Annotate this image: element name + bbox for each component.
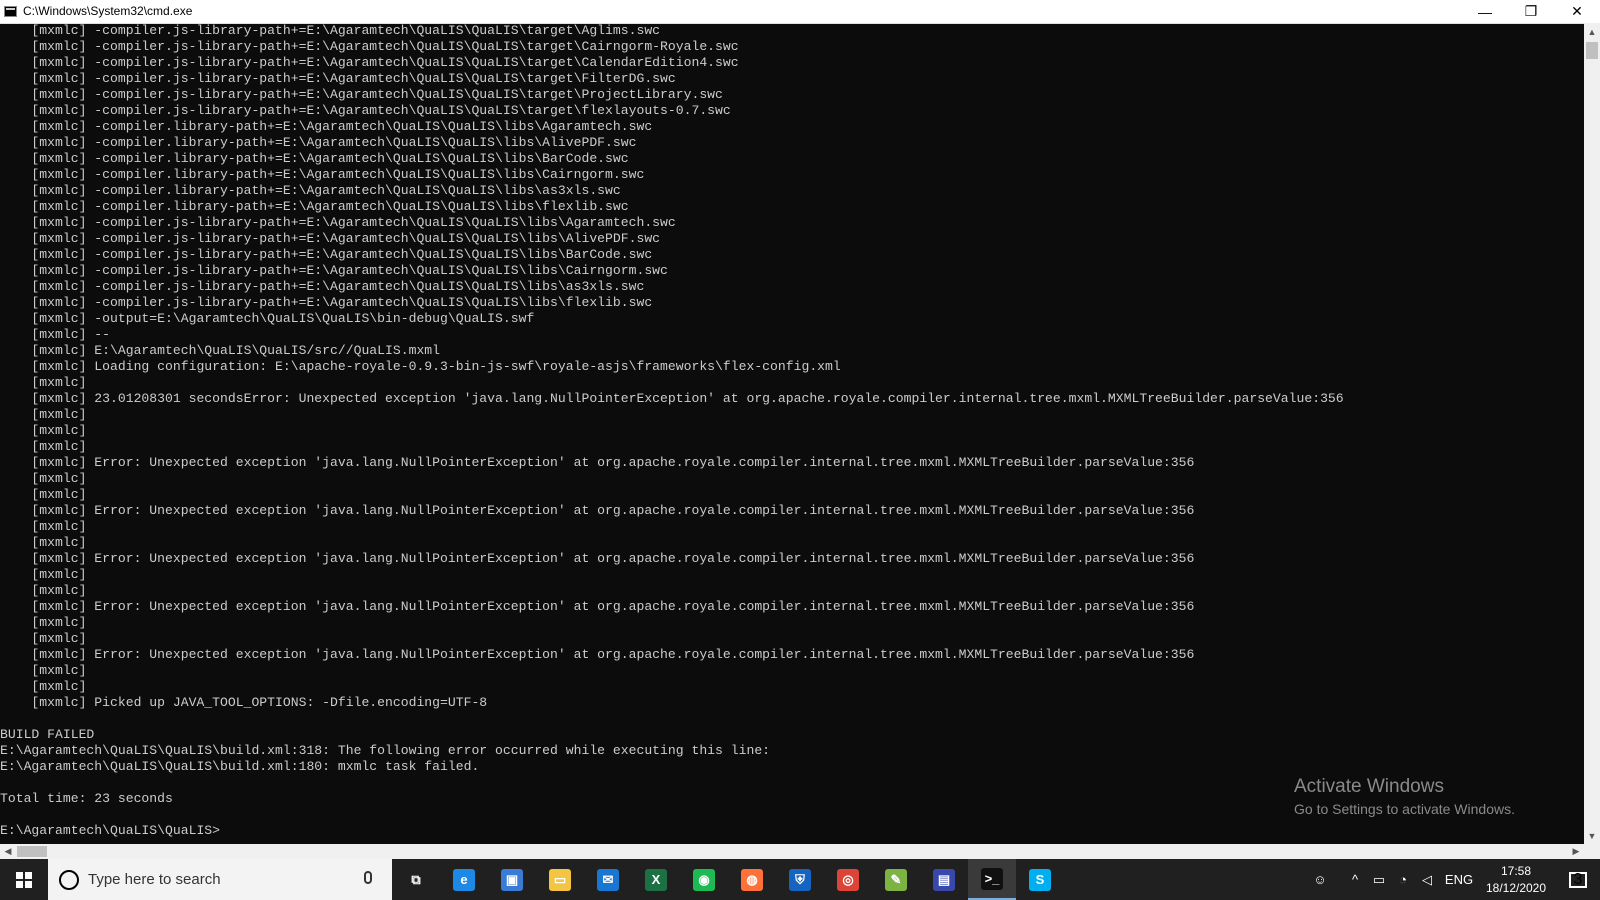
taskbar-app-cmd[interactable]: >_ [968, 859, 1016, 900]
taskbar: Type here to search ⧉ e ▣ ▭ ✉ X ◉ ◍ ⛨ ◎ ✎ ▤ >_ S ☺ ^ … [0, 859, 1600, 900]
watermark-subtext: Go to Settings to activate Windows. [1294, 801, 1515, 817]
taskbar-app-notepad-app[interactable]: ✎ [872, 859, 920, 900]
excel-icon: X [645, 868, 667, 891]
mail-icon: ✉ [597, 868, 619, 891]
taskbar-app-skype[interactable]: S [1016, 859, 1064, 900]
people-icon[interactable]: ☺ [1306, 859, 1334, 900]
audio-app-icon: ◉ [693, 868, 715, 891]
language-indicator[interactable]: ENG [1442, 859, 1476, 900]
scroll-right-icon[interactable]: ▶ [1568, 844, 1584, 859]
show-hidden-icons-icon[interactable]: ^ [1344, 859, 1366, 900]
console-text: [mxmlc] -compiler.js-library-path+=E:\Ag… [0, 23, 1344, 838]
taskbar-app-file-explorer[interactable]: ▭ [536, 859, 584, 900]
security-app-icon: ⛨ [789, 868, 811, 891]
search-placeholder: Type here to search [88, 871, 221, 888]
chrome-icon: ◎ [837, 868, 859, 891]
skype-icon: S [1029, 868, 1051, 891]
cmd-app-icon [4, 6, 17, 17]
remote-desktop-icon: ▤ [933, 868, 955, 891]
clock-time: 17:58 [1500, 864, 1532, 878]
taskbar-app-task-view[interactable]: ⧉ [392, 859, 440, 900]
restore-button[interactable]: ❐ [1508, 0, 1554, 23]
taskbar-search-box[interactable]: Type here to search [48, 859, 392, 900]
clock[interactable]: 17:58 18/12/2020 [1478, 863, 1554, 897]
window-title: C:\Windows\System32\cmd.exe [23, 4, 193, 18]
wifi-icon[interactable]: ◔ [1392, 859, 1414, 900]
firefox-icon: ◍ [741, 868, 763, 891]
taskbar-app-edge[interactable]: e [440, 859, 488, 900]
activation-watermark: Activate Windows Go to Settings to activ… [1294, 776, 1515, 817]
title-bar: C:\Windows\System32\cmd.exe — ❐ ✕ [0, 0, 1600, 24]
cmd-icon: >_ [981, 867, 1003, 890]
task-view-icon: ⧉ [405, 868, 427, 891]
vertical-scroll-thumb[interactable] [1586, 42, 1598, 59]
minimize-button[interactable]: — [1462, 0, 1508, 23]
cortana-icon [59, 870, 79, 890]
taskbar-app-audio-app[interactable]: ◉ [680, 859, 728, 900]
clock-date: 18/12/2020 [1485, 881, 1547, 895]
taskbar-app-store[interactable]: ▣ [488, 859, 536, 900]
scroll-down-icon[interactable]: ▼ [1584, 827, 1600, 844]
taskbar-app-security-app[interactable]: ⛨ [776, 859, 824, 900]
taskbar-app-firefox[interactable]: ◍ [728, 859, 776, 900]
start-button[interactable] [0, 859, 48, 900]
edge-icon: e [453, 868, 475, 891]
volume-icon[interactable]: ◁ [1416, 859, 1438, 900]
taskbar-app-chrome[interactable]: ◎ [824, 859, 872, 900]
horizontal-scrollbar[interactable]: ◀ ▶ [0, 844, 1584, 859]
watermark-heading: Activate Windows [1294, 776, 1444, 797]
vertical-scrollbar[interactable]: ▲ ▼ [1584, 23, 1600, 844]
battery-icon[interactable]: ▭ [1368, 859, 1390, 900]
console-output[interactable]: [mxmlc] -compiler.js-library-path+=E:\Ag… [0, 23, 1583, 844]
scroll-left-icon[interactable]: ◀ [0, 844, 16, 859]
store-icon: ▣ [501, 868, 523, 891]
microphone-icon[interactable] [364, 871, 372, 884]
windows-logo-icon [16, 871, 32, 888]
horizontal-scroll-thumb[interactable] [17, 846, 47, 857]
scrollbar-corner [1584, 844, 1600, 859]
taskbar-app-excel[interactable]: X [632, 859, 680, 900]
scroll-up-icon[interactable]: ▲ [1584, 23, 1600, 40]
taskbar-app-remote-desktop[interactable]: ▤ [920, 859, 968, 900]
close-button[interactable]: ✕ [1554, 0, 1600, 23]
notepad-app-icon: ✎ [885, 868, 907, 891]
taskbar-app-mail[interactable]: ✉ [584, 859, 632, 900]
file-explorer-icon: ▭ [549, 868, 571, 891]
notification-count-badge: 3 [1573, 870, 1583, 888]
